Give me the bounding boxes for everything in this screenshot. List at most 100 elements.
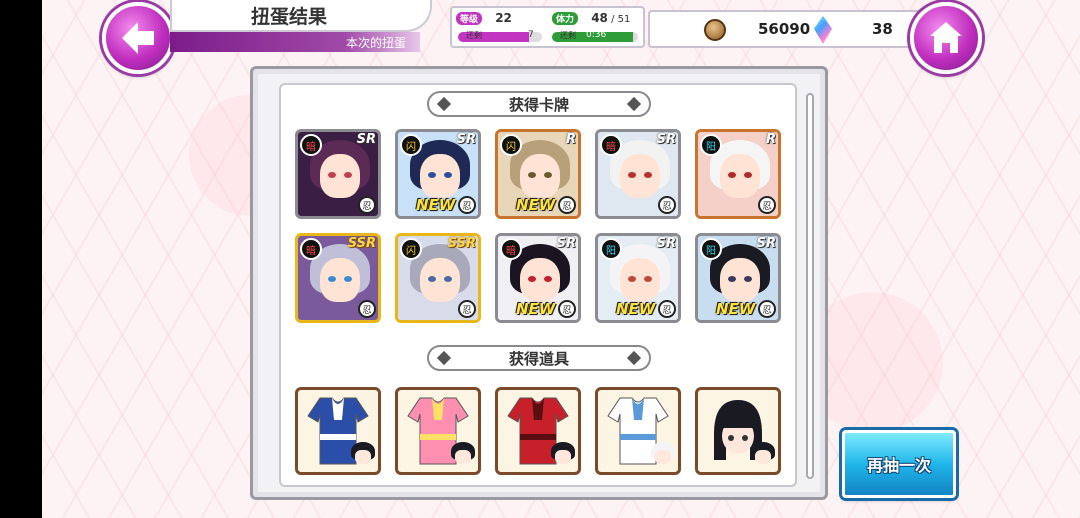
items-section-title: 获得道具 [508,349,569,368]
card-type-badge: 闪 [500,134,522,156]
level-remain-value: 7 [528,30,534,40]
item-tile[interactable] [395,387,481,475]
card-type-badge: 暗 [500,238,522,260]
card-eye [428,172,436,178]
new-label: NEW [716,300,756,318]
card-rarity: SR [656,132,676,147]
card-eye [344,172,352,178]
card-tile[interactable]: 阳 R 忍 [695,129,781,219]
card-tile[interactable]: 暗 SR 忍 NEW [495,233,581,323]
new-label: NEW [416,196,456,214]
card-face [420,154,460,198]
card-rarity: SR [456,132,476,147]
card-seal-icon: 忍 [758,196,776,214]
card-seal-icon: 忍 [658,196,676,214]
card-seal-icon: 忍 [558,300,576,318]
card-tile[interactable]: 闪 SR 忍 NEW [395,129,481,219]
diamond-icon [436,96,452,112]
level-value: 22 [495,11,512,25]
card-eye [444,276,452,282]
card-eye [444,172,452,178]
card-eye [328,276,336,282]
card-type-badge: 阳 [700,238,722,260]
gem-icon [814,16,832,44]
card-eye [528,276,536,282]
card-face [420,258,460,302]
level-remain-label: 还剩 [466,31,482,40]
card-eye [344,276,352,282]
card-eye [544,276,552,282]
card-face [720,154,760,198]
level-label: 等级 [456,12,483,25]
home-button[interactable] [910,2,982,74]
page-title: 扭蛋结果 [170,0,432,32]
chibi-avatar-icon [450,442,476,470]
card-rarity: SSR [447,236,476,251]
card-rarity: SSR [347,236,376,251]
card-eye [528,172,536,178]
items-section-header: 获得道具 [427,345,651,371]
card-seal-icon: 忍 [358,196,376,214]
card-eye [744,172,752,178]
item-tile[interactable] [495,387,581,475]
card-rarity: R [565,132,576,147]
cards-section-title: 获得卡牌 [508,95,569,114]
card-eye [628,276,636,282]
card-eye [644,172,652,178]
gem-count: 38 [872,20,893,38]
card-eye [328,172,336,178]
card-eye [644,276,652,282]
stamina-remain-value: 0:36 [586,30,607,40]
card-face [620,154,660,198]
card-face [320,258,360,302]
card-tile[interactable]: 暗 SR 忍 [295,129,381,219]
card-rarity: SR [556,236,576,251]
new-label: NEW [616,300,656,318]
card-eye [628,172,636,178]
page-subtitle: 本次的扭蛋 [170,32,420,52]
item-tile[interactable] [295,387,381,475]
result-content: 获得卡牌 暗 SR 忍 闪 SR 忍 NEW 闪 R 忍 NEW 暗 SR 忍 … [279,83,797,487]
chibi-avatar-icon [650,442,676,470]
card-seal-icon: 忍 [558,196,576,214]
card-seal-icon: 忍 [358,300,376,318]
card-tile[interactable]: 阳 SR 忍 NEW [695,233,781,323]
card-tile[interactable]: 闪 SSR 忍 [395,233,481,323]
new-label: NEW [516,196,556,214]
diamond-icon [626,350,642,366]
arrow-left-icon [122,22,154,54]
currency-panel: 56090 38 [648,10,926,48]
card-type-badge: 闪 [400,238,422,260]
card-eye [728,172,736,178]
coin-count: 56090 [758,20,811,38]
item-tile[interactable] [695,387,781,475]
card-face [520,258,560,302]
result-scrollbar[interactable] [806,93,814,479]
card-eye [428,276,436,282]
card-face [320,154,360,198]
card-face [620,258,660,302]
card-rarity: R [765,132,776,147]
card-face [720,258,760,302]
stamina-label: 体力 [552,12,579,25]
card-eye [544,172,552,178]
card-seal-icon: 忍 [458,196,476,214]
home-icon [930,22,962,53]
card-rarity: SR [656,236,676,251]
card-rarity: SR [356,132,376,147]
card-face [520,154,560,198]
draw-again-button[interactable]: 再抽一次 [842,430,956,498]
diamond-icon [436,350,452,366]
stamina-value: 48 [591,11,608,25]
coin-icon [704,19,726,41]
card-tile[interactable]: 闪 R 忍 NEW [495,129,581,219]
stamina-max: / 51 [611,14,631,25]
card-tile[interactable]: 暗 SSR 忍 [295,233,381,323]
card-seal-icon: 忍 [658,300,676,318]
back-button[interactable] [102,2,174,74]
card-tile[interactable]: 阳 SR 忍 NEW [595,233,681,323]
card-type-badge: 阳 [700,134,722,156]
item-tile[interactable] [595,387,681,475]
card-type-badge: 闪 [400,134,422,156]
card-tile[interactable]: 暗 SR 忍 [595,129,681,219]
